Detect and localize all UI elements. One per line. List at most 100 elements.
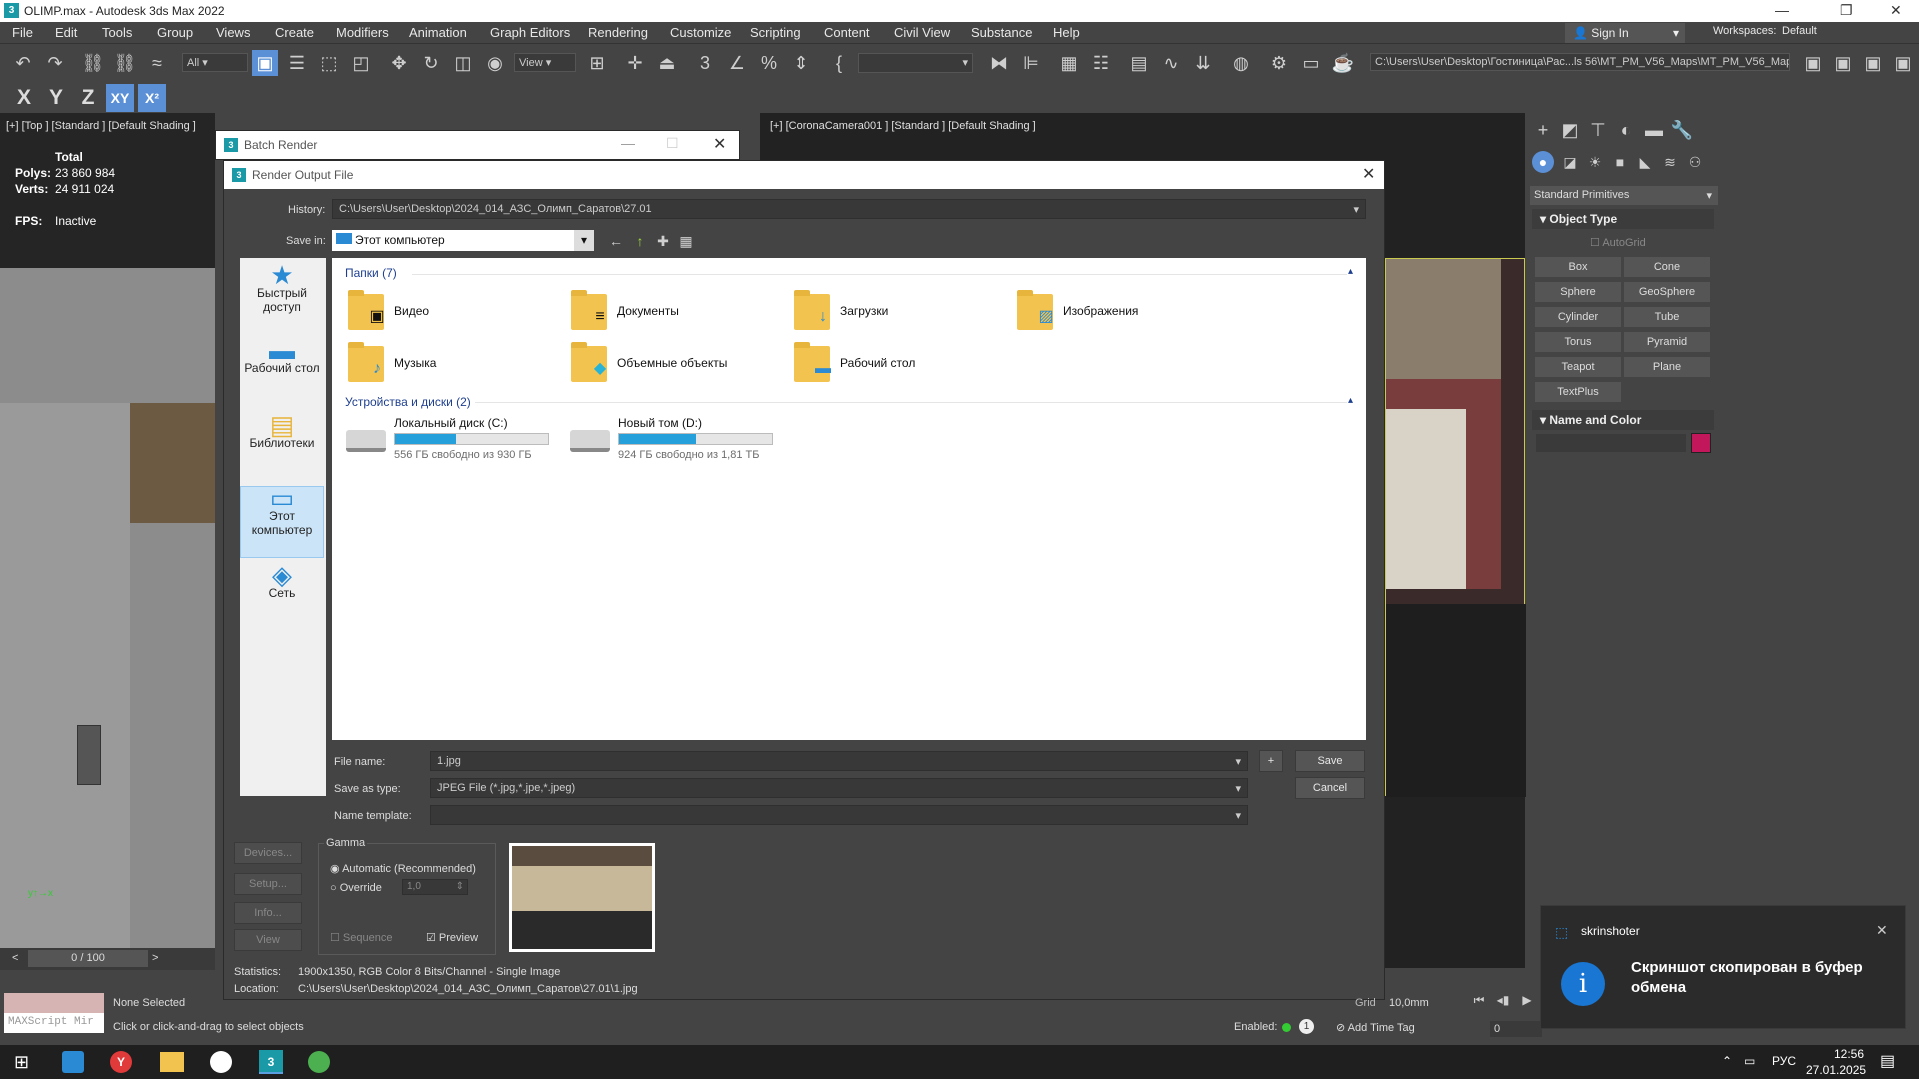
motion-tab-icon[interactable]: ◐: [1613, 117, 1639, 143]
spinner-snap-icon[interactable]: ⇕: [788, 50, 814, 76]
move-icon[interactable]: ✥: [386, 50, 412, 76]
go-to-start-icon[interactable]: ⏮: [1466, 987, 1492, 1013]
select-manipulate-icon[interactable]: ✛: [622, 50, 648, 76]
bind-space-warp-icon[interactable]: ≈: [144, 50, 170, 76]
gamma-value-spinner[interactable]: 1,0 ⇕: [402, 879, 468, 895]
menu-content[interactable]: Content: [824, 25, 870, 40]
place-icon[interactable]: ◉: [482, 50, 508, 76]
material-editor-icon[interactable]: ◍: [1228, 50, 1254, 76]
menu-rendering[interactable]: Rendering: [588, 25, 648, 40]
yandex-browser-icon[interactable]: Y: [110, 1051, 132, 1073]
ref-coord-select[interactable]: View ▾: [514, 53, 576, 72]
curve-editor-icon[interactable]: ∿: [1158, 50, 1184, 76]
link-icon[interactable]: ⛓: [80, 50, 106, 76]
schematic-view-icon[interactable]: ⇊: [1190, 50, 1216, 76]
save-as-type-select[interactable]: JPEG File (*.jpg,*.jpe,*.jpeg) ▾: [430, 778, 1248, 798]
cone-button[interactable]: Cone: [1624, 257, 1710, 277]
object-category-select[interactable]: Standard Primitives ▾: [1530, 186, 1718, 205]
axis-z-button[interactable]: Z: [74, 84, 102, 112]
info-icon[interactable]: 1: [1299, 1019, 1314, 1034]
sign-in-button[interactable]: 👤 Sign In ▾: [1565, 23, 1685, 43]
gamma-auto-radio[interactable]: ◉ Automatic (Recommended): [330, 862, 476, 875]
add-time-tag[interactable]: ⊘ Add Time Tag: [1336, 1021, 1415, 1034]
axis-cycle-button[interactable]: X²: [138, 84, 166, 112]
input-language[interactable]: РУС: [1772, 1054, 1796, 1068]
teapot-button[interactable]: Teapot: [1535, 357, 1621, 377]
pyramid-button[interactable]: Pyramid: [1624, 332, 1710, 352]
save-button[interactable]: Save: [1295, 750, 1365, 772]
drives-group-header[interactable]: Устройства и диски (2): [345, 395, 471, 409]
menu-substance[interactable]: Substance: [971, 25, 1032, 40]
restore-button[interactable]: ❐: [1840, 2, 1853, 19]
selection-filter-select[interactable]: All ▾: [182, 53, 248, 72]
percent-snap-icon[interactable]: %: [756, 50, 782, 76]
tray-display-icon[interactable]: ▭: [1744, 1054, 1755, 1068]
object-type-rollout[interactable]: ▾ Object Type: [1532, 209, 1714, 229]
menu-create[interactable]: Create: [275, 25, 314, 40]
viewport-top-label[interactable]: [+] [Top ] [Standard ] [Default Shading …: [6, 120, 196, 132]
cylinder-button[interactable]: Cylinder: [1535, 307, 1621, 327]
next-frame-icon[interactable]: >: [152, 952, 158, 964]
systems-icon[interactable]: ⚇: [1682, 149, 1708, 175]
drive-c[interactable]: Локальный диск (C:) 556 ГБ свободно из 9…: [346, 416, 556, 461]
cameras-icon[interactable]: ■: [1607, 149, 1633, 175]
scene-explorer-icon[interactable]: ▦: [1056, 50, 1082, 76]
object-name-field[interactable]: [1536, 434, 1686, 452]
drive-d[interactable]: Новый том (D:) 924 ГБ свободно из 1,81 Т…: [570, 416, 780, 461]
info-button[interactable]: Info...: [234, 902, 302, 924]
menu-civil-view[interactable]: Civil View: [894, 25, 950, 40]
minimize-button[interactable]: —: [1775, 2, 1789, 18]
menu-scripting[interactable]: Scripting: [750, 25, 801, 40]
angle-snap-icon[interactable]: ∠: [724, 50, 750, 76]
sphere-button[interactable]: Sphere: [1535, 282, 1621, 302]
unlink-icon[interactable]: ⛓: [112, 50, 138, 76]
select-by-name-icon[interactable]: ☰: [284, 50, 310, 76]
snaps-toggle-icon[interactable]: 3: [692, 50, 718, 76]
shapes-icon[interactable]: ◪: [1557, 149, 1583, 175]
save-in-select[interactable]: Этот компьютер ▾: [332, 230, 594, 251]
helpers-icon[interactable]: ◣: [1632, 149, 1658, 175]
modify-tab-icon[interactable]: ◩: [1557, 117, 1583, 143]
file-name-input[interactable]: 1.jpg ▾: [430, 751, 1248, 771]
calculator-icon[interactable]: [62, 1051, 84, 1073]
edit-named-sets-icon[interactable]: {: [826, 50, 852, 76]
clock-time[interactable]: 12:56: [1834, 1047, 1864, 1061]
view-menu-icon[interactable]: ▦: [673, 228, 699, 254]
box-button[interactable]: Box: [1535, 257, 1621, 277]
tube-button[interactable]: Tube: [1624, 307, 1710, 327]
name-template-select[interactable]: ▾: [430, 805, 1248, 825]
utilities-tab-icon[interactable]: 🔧: [1669, 117, 1695, 143]
windows-start-icon[interactable]: ⊞: [14, 1052, 29, 1073]
menu-views[interactable]: Views: [216, 25, 250, 40]
minimize-button[interactable]: —: [621, 135, 635, 151]
named-selection-select[interactable]: ▾: [858, 53, 973, 73]
viewport-top[interactable]: [+] [Top ] [Standard ] [Default Shading …: [0, 113, 215, 968]
gamma-override-radio[interactable]: ○ Override: [330, 882, 382, 894]
select-object-icon[interactable]: ▣: [252, 50, 278, 76]
time-slider[interactable]: < 0 / 100 >: [0, 948, 215, 970]
render-setup-icon[interactable]: ⚙: [1266, 50, 1292, 76]
project-folder-icon[interactable]: ▣: [1830, 50, 1856, 76]
devices-button[interactable]: Devices...: [234, 842, 302, 864]
rect-selection-icon[interactable]: ⬚: [316, 50, 342, 76]
layer-explorer-icon[interactable]: ☷: [1088, 50, 1114, 76]
clock-date[interactable]: 27.01.2025: [1806, 1063, 1866, 1077]
collapse-folders-icon[interactable]: ▴: [1348, 266, 1353, 277]
open-explorer-icon[interactable]: ▣: [1800, 50, 1826, 76]
axis-xy-button[interactable]: XY: [106, 84, 134, 112]
file-list-area[interactable]: [332, 258, 1366, 740]
sequence-checkbox[interactable]: ☐ Sequence: [330, 931, 392, 944]
current-frame-field[interactable]: 0: [1490, 1021, 1542, 1037]
back-icon[interactable]: ←: [603, 228, 629, 254]
render-frame-icon[interactable]: ▭: [1298, 50, 1324, 76]
folders-group-header[interactable]: Папки (7): [345, 266, 397, 280]
rotate-icon[interactable]: ↻: [418, 50, 444, 76]
add-file-button[interactable]: +: [1259, 750, 1283, 772]
mirror-icon[interactable]: ⧓: [986, 50, 1012, 76]
axis-y-button[interactable]: Y: [42, 84, 70, 112]
nav-libraries[interactable]: ▤ Библиотеки: [240, 412, 324, 450]
frame-counter[interactable]: 0 / 100: [28, 950, 148, 967]
keyboard-shortcut-icon[interactable]: ⏏: [654, 50, 680, 76]
toast-close-icon[interactable]: ✕: [1876, 922, 1888, 939]
menu-graph-editors[interactable]: Graph Editors: [490, 25, 570, 40]
